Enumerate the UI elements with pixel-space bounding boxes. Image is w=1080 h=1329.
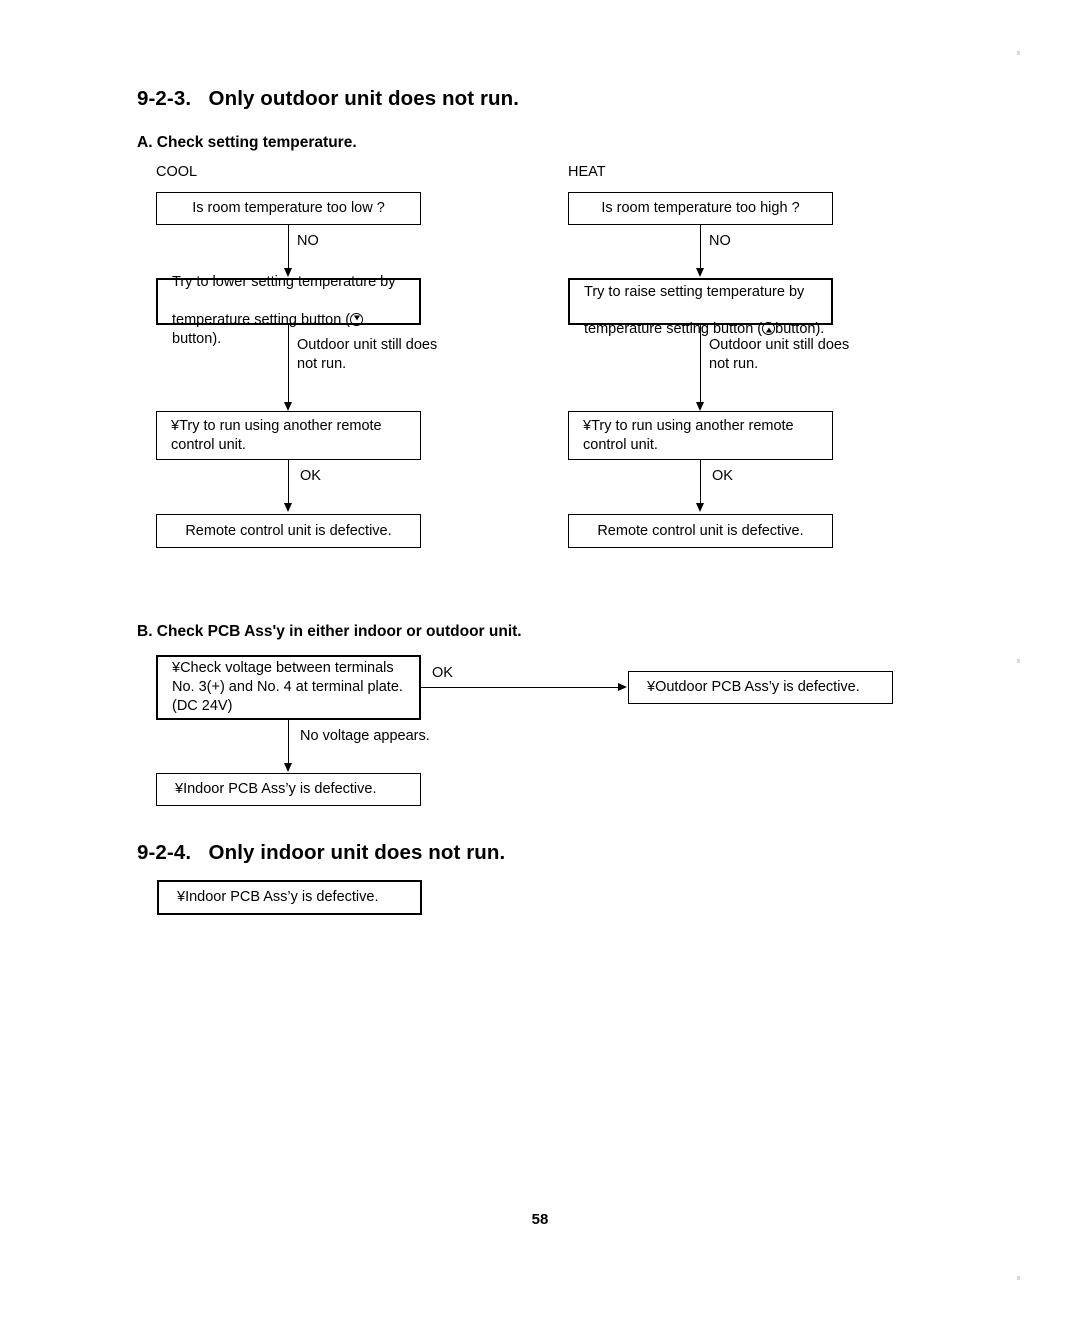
scan-artifact: [1017, 51, 1020, 55]
cool-box-another-remote-text: ¥Try to run using another remote control…: [171, 417, 382, 453]
part-b-arrow-no-voltage: [283, 763, 292, 772]
cool-arrow-3: [283, 503, 292, 512]
section-heading-9-2-3: 9-2-3. Only outdoor unit does not run.: [137, 87, 520, 110]
heat-edge-label-still-not-run: Outdoor unit still does not run.: [709, 337, 850, 372]
heat-raise-line2-post: button).: [775, 321, 825, 338]
cool-box-room-temp-question-text: Is room temperature too low ?: [192, 200, 385, 217]
part-b-box-outdoor-pcb-defective-text: ¥Outdoor PCB Ass’y is defective.: [647, 679, 860, 696]
page-number: 58: [531, 1211, 549, 1228]
cool-edge-label-still-not-run: Outdoor unit still does not run.: [297, 337, 438, 372]
section-9-2-4-box-indoor-pcb-defective: ¥Indoor PCB Ass’y is defective.: [157, 880, 422, 915]
cool-box-room-temp-question: Is room temperature too low ?: [156, 192, 421, 225]
heat-box-another-remote: ¥Try to run using another remote control…: [568, 411, 833, 460]
heat-raise-line2-pre: temperature setting button (: [584, 321, 763, 338]
part-b-box-outdoor-pcb-defective: ¥Outdoor PCB Ass’y is defective.: [628, 671, 893, 704]
section-9-2-4-box-indoor-pcb-defective-text: ¥Indoor PCB Ass’y is defective.: [177, 889, 379, 906]
cool-box-lower-setting: Try to lower setting temperature by temp…: [156, 274, 421, 347]
heat-box-remote-defective: Remote control unit is defective.: [568, 514, 833, 548]
cool-box-remote-defective-text: Remote control unit is defective.: [185, 522, 392, 539]
heat-arrow-3: [695, 503, 704, 512]
heat-arrow-2: [695, 402, 704, 411]
heat-box-room-temp-question-text: Is room temperature too high ?: [601, 200, 800, 217]
circle-down-triangle-icon: [350, 312, 364, 326]
part-b-box-indoor-pcb-defective: ¥Indoor PCB Ass’y is defective.: [156, 773, 421, 806]
part-b-box-indoor-pcb-defective-text: ¥Indoor PCB Ass’y is defective.: [175, 781, 377, 798]
part-b-connector-ok: [421, 687, 621, 688]
part-b-edge-label-no-voltage: No voltage appears.: [300, 728, 430, 744]
section-heading-9-2-4: 9-2-4. Only indoor unit does not run.: [137, 841, 506, 864]
cool-box-remote-defective: Remote control unit is defective.: [156, 514, 421, 548]
part-b-edge-label-ok: OK: [432, 665, 453, 681]
part-b-box-check-voltage: ¥Check voltage between terminals No. 3(+…: [156, 655, 421, 720]
cool-connector-2: [288, 325, 289, 409]
cool-edge-label-ok: OK: [300, 468, 321, 484]
circle-up-triangle-icon: [762, 322, 776, 336]
document-page: 9-2-3. Only outdoor unit does not run. A…: [0, 0, 1080, 1329]
part-b-arrow-ok: [618, 682, 627, 691]
heat-edge-label-ok: OK: [712, 468, 733, 484]
heat-box-raise-setting: Try to raise setting temperature by temp…: [568, 278, 833, 337]
heat-box-remote-defective-text: Remote control unit is defective.: [597, 522, 804, 539]
mode-label-cool: COOL: [156, 164, 198, 180]
cool-arrow-2: [283, 402, 292, 411]
cool-lower-line2-post: button).: [172, 330, 222, 347]
scan-artifact: [1017, 1276, 1020, 1280]
heat-box-room-temp-question: Is room temperature too high ?: [568, 192, 833, 225]
scan-artifact: [1017, 659, 1020, 663]
cool-lower-line1: Try to lower setting temperature by: [172, 274, 396, 291]
heat-box-another-remote-text: ¥Try to run using another remote control…: [583, 417, 794, 453]
heat-raise-line1: Try to raise setting temperature by: [584, 283, 805, 300]
heat-connector-2: [700, 325, 701, 409]
subsection-heading-b: B. Check PCB Ass'y in either indoor or o…: [137, 623, 522, 640]
cool-lower-line2-pre: temperature setting button (: [172, 311, 351, 328]
heat-edge-label-no: NO: [709, 233, 731, 249]
cool-box-another-remote: ¥Try to run using another remote control…: [156, 411, 421, 460]
cool-edge-label-no: NO: [297, 233, 319, 249]
subsection-heading-a: A. Check setting temperature.: [137, 134, 357, 151]
part-b-box-check-voltage-text: ¥Check voltage between terminals No. 3(+…: [172, 660, 403, 714]
mode-label-heat: HEAT: [568, 164, 606, 180]
